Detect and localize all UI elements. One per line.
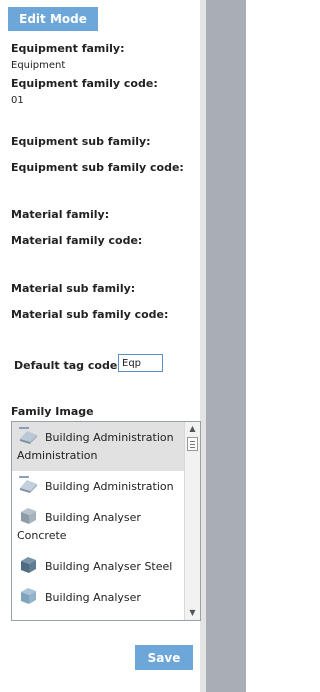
save-button[interactable]: Save	[135, 645, 193, 670]
family-image-item-label: Building Administration Administration	[17, 431, 174, 462]
material-family-code-label: Material family code:	[11, 234, 143, 247]
scroll-up-arrow-icon[interactable]: ▲	[185, 422, 200, 436]
equipment-family-value: Equipment	[11, 60, 66, 71]
default-tag-code-label: Default tag code:	[14, 359, 122, 372]
family-image-item-building-administration-administration[interactable]: Building Administration Administration	[12, 422, 184, 471]
family-image-item-building-analyser-steel[interactable]: Building Analyser Steel	[12, 551, 184, 582]
equipment-family-code-value: 01	[11, 95, 24, 106]
family-image-item-building-analyser[interactable]: Building Analyser	[12, 582, 184, 613]
default-tag-code-input[interactable]	[118, 354, 163, 372]
family-image-item-label: Building Analyser	[45, 591, 141, 604]
family-image-item-building-administration[interactable]: Building Administration	[12, 471, 184, 502]
scroll-down-arrow-icon[interactable]: ▼	[185, 606, 200, 620]
material-family-label: Material family:	[11, 208, 110, 221]
analyser-concrete-thumbnail-icon	[21, 508, 36, 524]
scrollbar-thumb[interactable]	[187, 437, 198, 451]
family-image-list[interactable]: Building Administration Administration B…	[11, 421, 201, 621]
family-image-item-label: Building Analyser Steel	[45, 560, 173, 573]
equipment-sub-family-code-label: Equipment sub family code:	[11, 161, 184, 174]
equipment-family-code-label: Equipment family code:	[11, 77, 158, 90]
equipment-family-label: Equipment family:	[11, 42, 125, 55]
edit-mode-button[interactable]: Edit Mode	[8, 7, 98, 31]
equipment-sub-family-label: Equipment sub family:	[11, 135, 151, 148]
material-sub-family-label: Material sub family:	[11, 282, 136, 295]
family-image-item-label: Building Administration	[45, 480, 174, 493]
analyser-thumbnail-icon	[21, 588, 36, 604]
family-image-scrollbar[interactable]: ▲ ▼	[184, 422, 200, 620]
analyser-steel-thumbnail-icon	[21, 557, 36, 573]
side-gutter	[206, 0, 246, 692]
material-sub-family-code-label: Material sub family code:	[11, 308, 169, 321]
building-admin-thumbnail-icon	[19, 427, 37, 444]
family-image-item-building-analyser-concrete[interactable]: Building Analyser Concrete	[12, 502, 184, 551]
building-admin-thumbnail-icon	[19, 476, 37, 493]
family-image-label: Family Image	[11, 405, 94, 418]
